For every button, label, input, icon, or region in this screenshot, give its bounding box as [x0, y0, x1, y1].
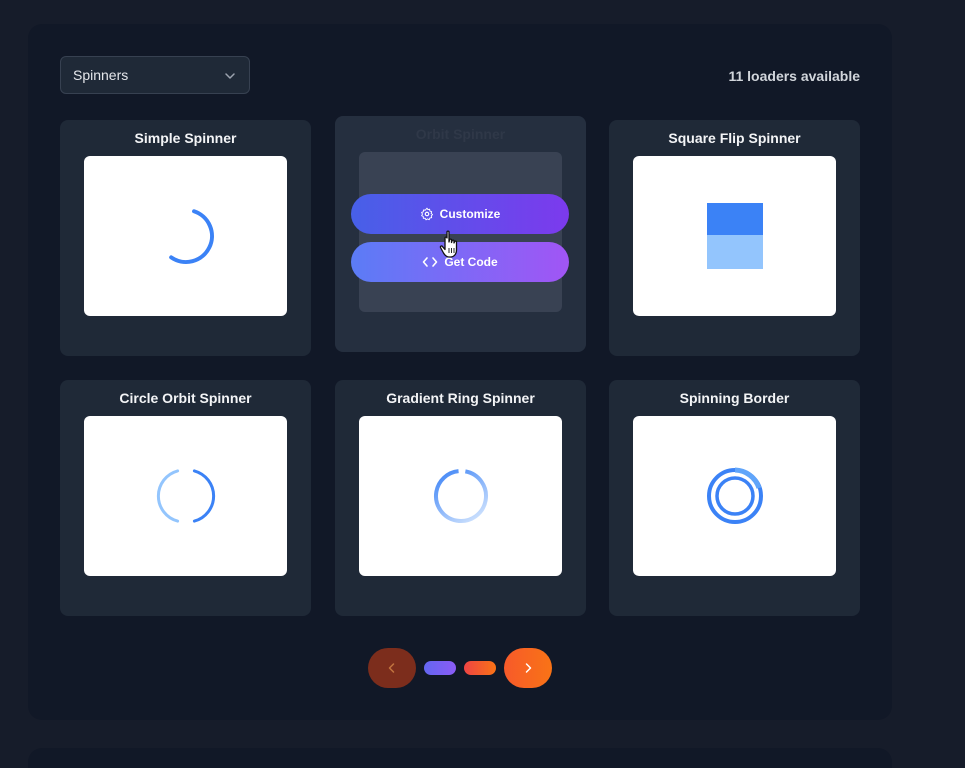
page-dot-2[interactable] [464, 661, 496, 675]
circle-orbit-graphic [156, 469, 215, 523]
loader-card-circle-orbit-spinner[interactable]: Circle Orbit Spinner [60, 380, 311, 616]
customize-button[interactable]: Customize [351, 194, 569, 234]
customize-label: Customize [439, 207, 501, 221]
square-flip-graphic [706, 203, 763, 269]
chevron-right-icon [525, 663, 532, 673]
card-title: Gradient Ring Spinner [386, 390, 535, 406]
spinning-border-graphic [706, 467, 763, 524]
card-title: Spinning Border [679, 390, 790, 406]
card-title: Circle Orbit Spinner [119, 390, 252, 406]
code-icon [423, 257, 438, 267]
card-title: Orbit Spinner [415, 126, 506, 142]
hand-pointer-cursor-icon [439, 230, 458, 258]
gear-icon [420, 207, 433, 221]
card-preview[interactable] [84, 416, 287, 576]
loader-card-simple-spinner[interactable]: Simple Spinner [60, 120, 311, 356]
loader-card-orbit-spinner[interactable]: Orbit Spinner Customize Get Code [335, 116, 586, 352]
card-title: Square Flip Spinner [668, 130, 801, 146]
card-title: Simple Spinner [134, 130, 237, 146]
loader-card-gradient-ring-spinner[interactable]: Gradient Ring Spinner [335, 380, 586, 616]
chevron-down-icon [225, 73, 235, 79]
pagination [368, 648, 552, 688]
loader-count: 11 loaders available [728, 68, 860, 84]
page-dot-1[interactable] [424, 661, 456, 675]
next-section-panel [28, 748, 892, 768]
card-preview[interactable] [633, 416, 836, 576]
next-page-button[interactable] [504, 648, 552, 688]
card-preview[interactable] [633, 156, 836, 316]
simple-spinner-graphic [168, 209, 214, 264]
loader-gallery-panel: Spinners 11 loaders available Simple Spi… [28, 24, 892, 720]
loader-card-square-flip-spinner[interactable]: Square Flip Spinner [609, 120, 860, 356]
chevron-left-icon [388, 663, 395, 673]
card-preview[interactable] [359, 416, 562, 576]
card-preview[interactable] [84, 156, 287, 316]
previous-page-button[interactable] [368, 648, 416, 688]
category-select-value: Spinners [73, 67, 129, 83]
category-select[interactable]: Spinners [60, 56, 250, 94]
loader-card-spinning-border[interactable]: Spinning Border [609, 380, 860, 616]
gradient-ring-graphic [433, 469, 488, 523]
